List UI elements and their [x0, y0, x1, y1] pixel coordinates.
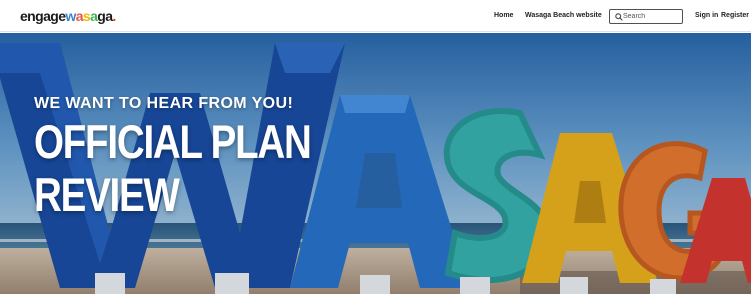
logo-text-engage: engage	[20, 8, 66, 24]
logo-letter-w: w	[65, 8, 76, 24]
top-navigation-bar: engagewasaga. Home Wasaga Beach website …	[0, 0, 751, 32]
logo-letter-a1: a	[75, 8, 84, 24]
hero-banner: WE WANT TO HEAR FROM YOU! OFFICIAL PLAN …	[0, 33, 751, 294]
nav-wasaga-beach-website-link[interactable]: Wasaga Beach website	[525, 11, 602, 21]
nav-sign-in-link[interactable]: Sign in	[695, 11, 718, 21]
nav-home-link[interactable]: Home	[494, 11, 513, 21]
hero-kicker: WE WANT TO HEAR FROM YOU!	[34, 95, 294, 112]
search-icon	[615, 13, 623, 21]
search-box[interactable]	[609, 9, 683, 24]
hero-title-line-2: REVIEW	[34, 168, 180, 221]
hero-title-line-1: OFFICIAL PLAN	[34, 115, 312, 168]
logo-dot: .	[112, 8, 116, 24]
engage-wasaga-logo[interactable]: engagewasaga.	[20, 8, 116, 24]
search-input[interactable]	[623, 11, 681, 22]
nav-register-link[interactable]: Register	[721, 11, 749, 21]
logo-text-ga: ga	[97, 8, 113, 24]
